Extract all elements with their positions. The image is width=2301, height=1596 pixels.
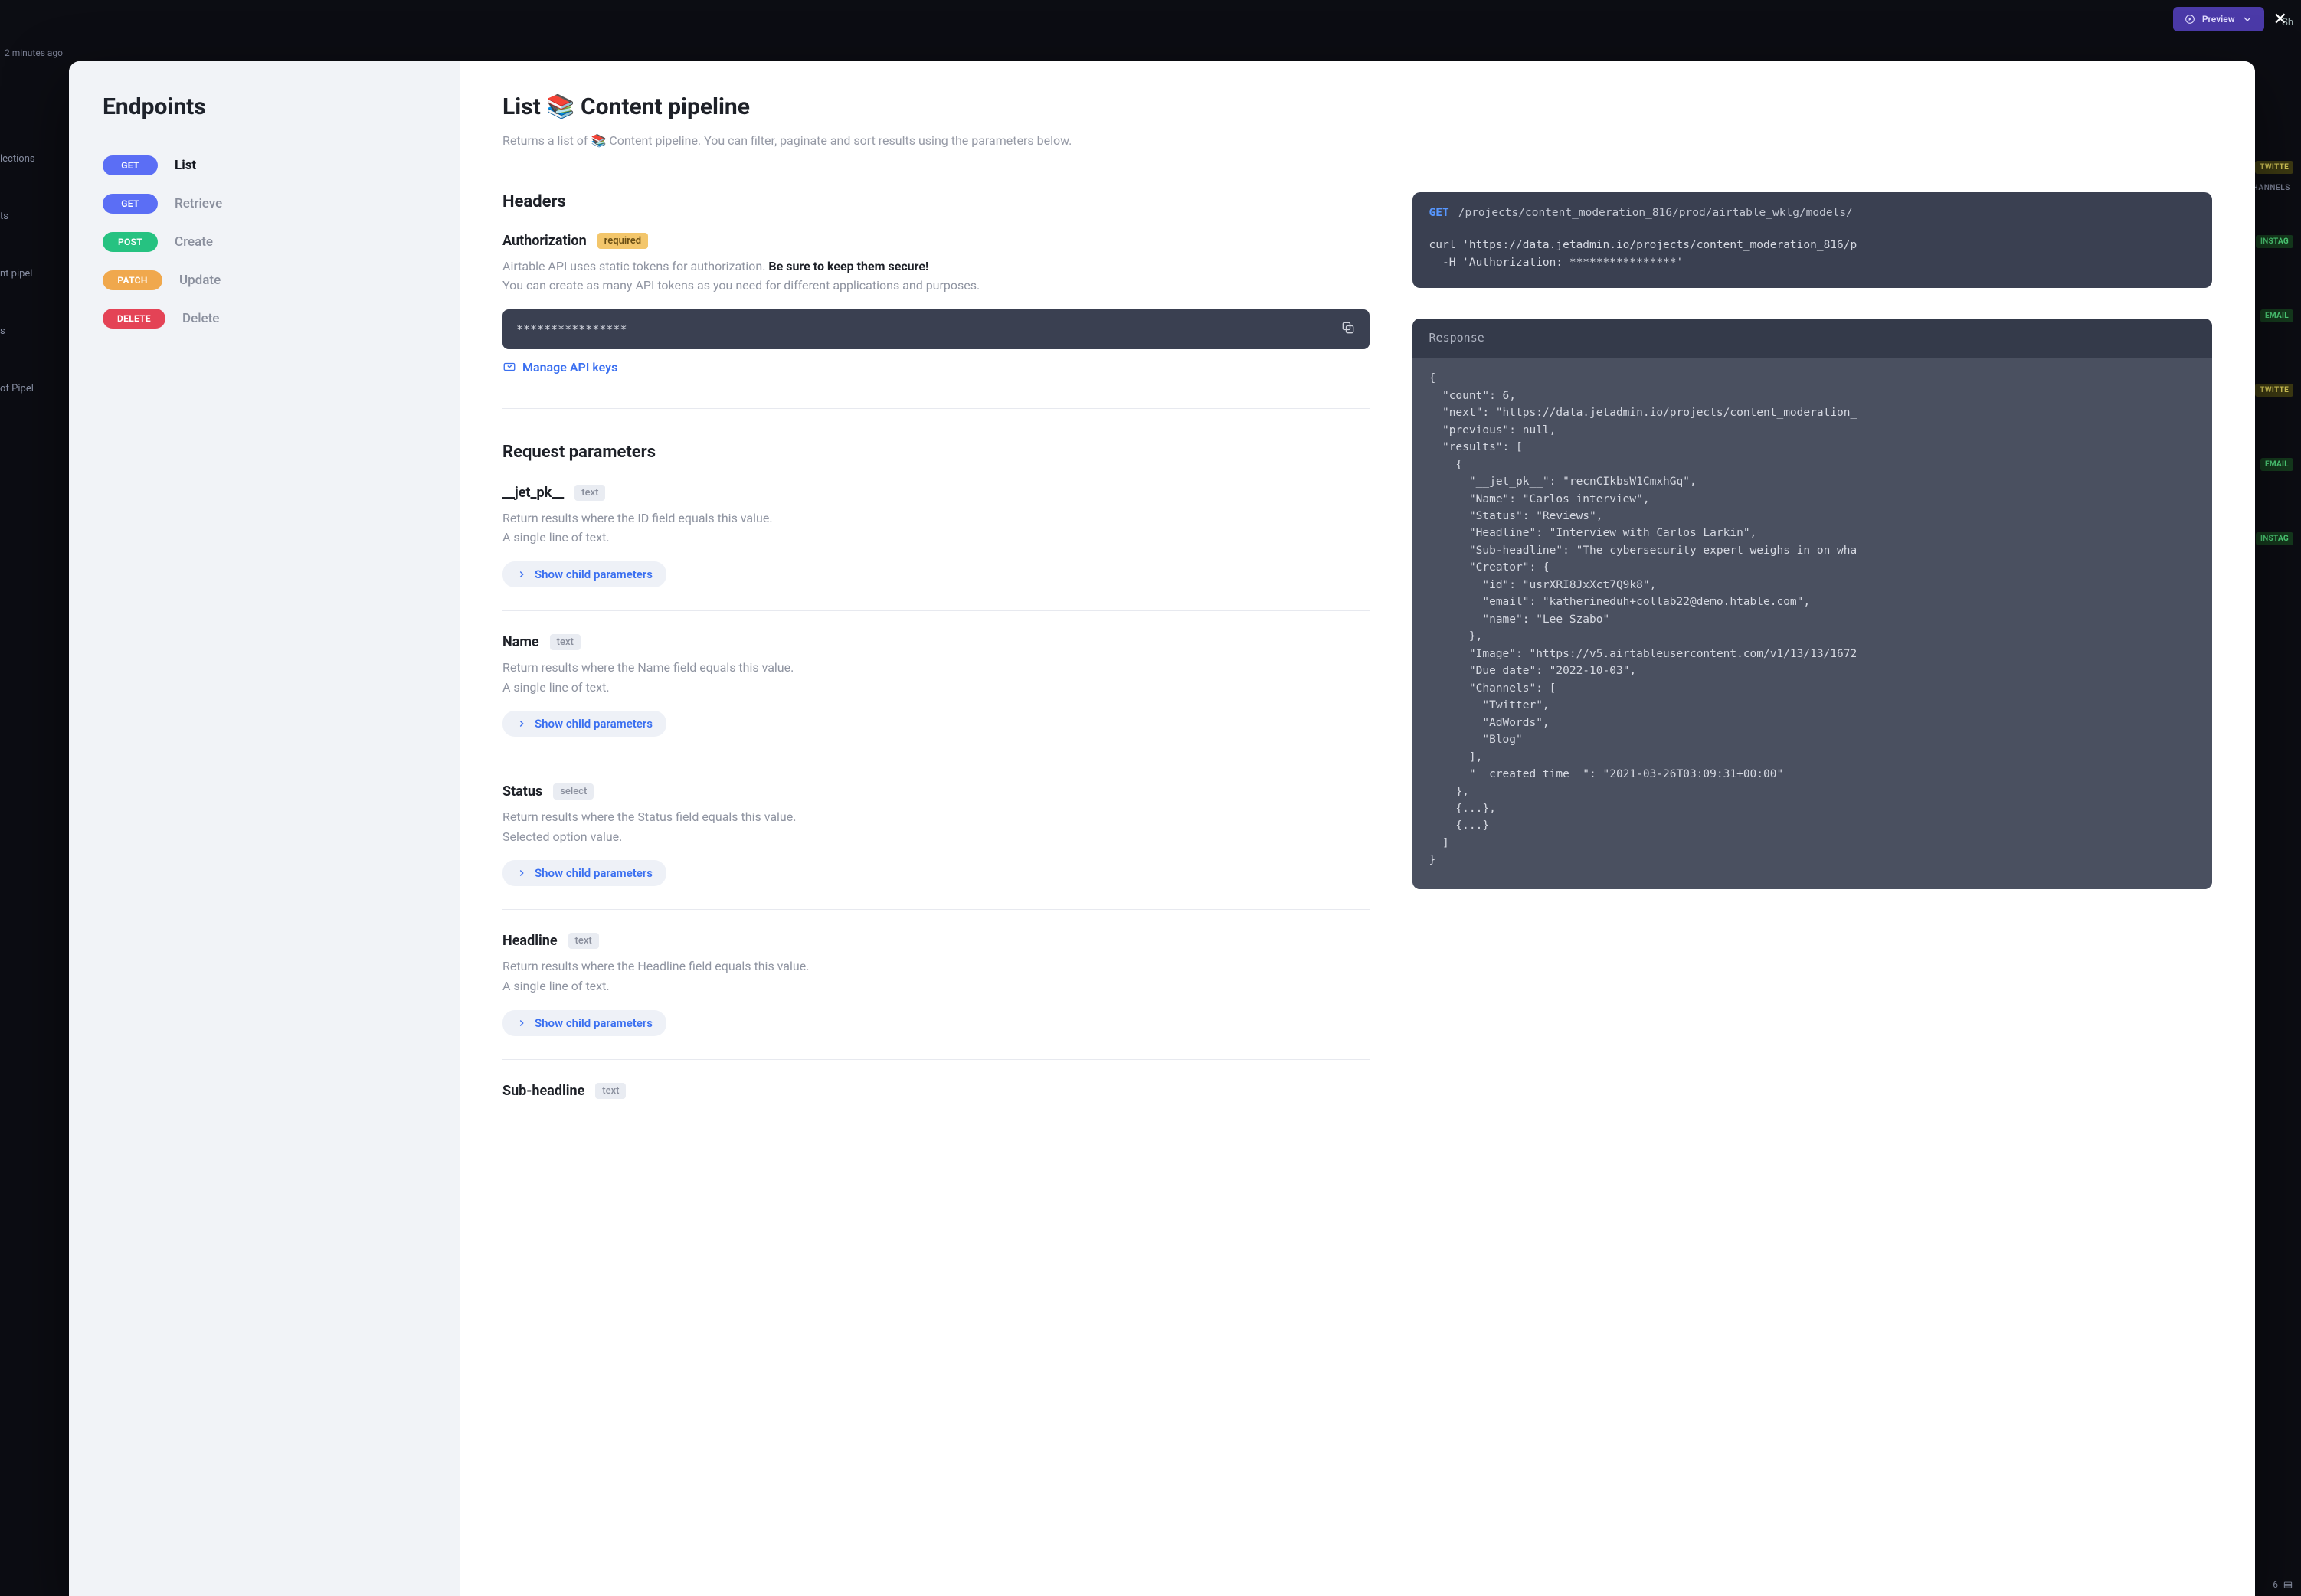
param-desc: Return results where the Status field eq… <box>502 807 1370 827</box>
endpoint-label: Retrieve <box>175 196 222 211</box>
param-desc-2: A single line of text. <box>502 528 1370 548</box>
channel-pill: INSTAG <box>2256 532 2293 545</box>
page-subtitle: Returns a list of 📚 Content pipeline. Yo… <box>502 131 2212 151</box>
method-badge: GET <box>103 194 158 214</box>
show-child-parameters[interactable]: Show child parameters <box>502 1010 666 1036</box>
manage-keys-icon <box>502 360 516 374</box>
channel-pill: TWITTE <box>2255 161 2293 174</box>
param-desc-2: A single line of text. <box>502 976 1370 996</box>
endpoint-delete[interactable]: DELETE Delete <box>103 299 426 338</box>
backdrop-footer: 6 <box>2273 1579 2293 1590</box>
chevron-right-icon <box>516 868 527 878</box>
param-name: __jet_pk__ <box>502 485 564 501</box>
param-desc: Return results where the Headline field … <box>502 957 1370 976</box>
preview-label: Preview <box>2202 14 2235 25</box>
endpoint-label: Delete <box>182 311 219 326</box>
param-name: Sub-headline <box>502 1083 584 1099</box>
backdrop-left-item: nt pipel <box>0 268 35 280</box>
backdrop-left-item: lections <box>0 153 35 165</box>
backdrop-left-item: ts <box>0 211 35 222</box>
param-type-chip: text <box>550 634 581 650</box>
param-desc-2: Selected option value. <box>502 827 1370 847</box>
endpoints-sidebar: Endpoints GET List GET Retrieve POST Create PA… <box>69 61 460 1596</box>
endpoint-retrieve[interactable]: GET Retrieve <box>103 185 426 223</box>
token-mask-value: **************** <box>516 322 627 336</box>
endpoint-create[interactable]: POST Create <box>103 223 426 261</box>
endpoint-update[interactable]: PATCH Update <box>103 261 426 299</box>
params-section-title: Request parameters <box>502 443 1370 462</box>
endpoint-label: Create <box>175 234 213 250</box>
method-badge: DELETE <box>103 309 165 329</box>
method-badge: POST <box>103 232 158 252</box>
show-child-parameters[interactable]: Show child parameters <box>502 711 666 737</box>
authorization-label: Authorization <box>502 233 587 249</box>
required-chip: required <box>597 233 648 249</box>
param-status: Status select Return results where the Sta… <box>502 760 1370 909</box>
channel-pill: TWITTE <box>2255 384 2293 397</box>
chevron-right-icon <box>516 718 527 729</box>
api-doc-modal: Endpoints GET List GET Retrieve POST Create PA… <box>69 61 2255 1596</box>
close-icon[interactable]: ✕ <box>2273 10 2287 29</box>
response-body[interactable]: { "count": 6, "next": "https://data.jeta… <box>1412 358 2212 889</box>
show-child-parameters[interactable]: Show child parameters <box>502 860 666 886</box>
request-card: GET /projects/content_moderation_816/pro… <box>1412 192 2212 288</box>
show-child-parameters[interactable]: Show child parameters <box>502 561 666 587</box>
method-badge: GET <box>103 155 158 175</box>
preview-icon <box>2184 13 2196 25</box>
backdrop-left-item: s <box>0 325 35 337</box>
sidebar-title: Endpoints <box>103 93 426 120</box>
chevron-down-icon <box>2241 13 2254 25</box>
request-method: GET <box>1429 204 1449 221</box>
param-__jet_pk__: __jet_pk__ text Return results where the I… <box>502 485 1370 610</box>
manage-api-keys-link[interactable]: Manage API keys <box>522 360 617 374</box>
param-sub-headline: Sub-headline text <box>502 1059 1370 1130</box>
copy-icon[interactable] <box>1340 320 1356 338</box>
param-name: Name <box>502 634 539 650</box>
channel-pill: EMAIL <box>2260 309 2293 322</box>
preview-button[interactable]: Preview <box>2173 7 2264 31</box>
backdrop-left-item: of Pipel <box>0 383 35 394</box>
param-name: Name text Return results where the Name fi… <box>502 610 1370 760</box>
backdrop-timestamp: 2 minutes ago <box>5 47 63 58</box>
response-card: Response { "count": 6, "next": "https://… <box>1412 319 2212 889</box>
param-type-chip: text <box>568 933 599 949</box>
method-badge: PATCH <box>103 270 162 290</box>
endpoint-list[interactable]: GET List <box>103 146 426 185</box>
auth-desc-1: Airtable API uses static tokens for auth… <box>502 257 1370 276</box>
page-title: List 📚 Content pipeline <box>502 92 2212 122</box>
chevron-right-icon <box>516 1018 527 1029</box>
curl-body[interactable]: curl 'https://data.jetadmin.io/projects/… <box>1412 234 2212 288</box>
param-desc: Return results where the Name field equa… <box>502 658 1370 678</box>
chevron-right-icon <box>516 569 527 580</box>
param-desc-2: A single line of text. <box>502 678 1370 698</box>
channel-pill: INSTAG <box>2256 235 2293 248</box>
endpoint-label: List <box>175 158 196 173</box>
param-name: Status <box>502 783 542 800</box>
token-box: **************** <box>502 309 1370 349</box>
param-type-chip: text <box>574 485 605 501</box>
share-fragment: Sh <box>2282 17 2293 28</box>
param-desc: Return results where the ID field equals… <box>502 509 1370 528</box>
doc-main: List 📚 Content pipeline Returns a list o… <box>460 61 2255 1596</box>
records-icon <box>2283 1579 2293 1590</box>
response-title: Response <box>1412 319 2212 358</box>
endpoint-label: Update <box>179 273 221 288</box>
param-type-chip: select <box>553 783 594 800</box>
param-headline: Headline text Return results where the Hea… <box>502 909 1370 1058</box>
channel-pill: EMAIL <box>2260 458 2293 471</box>
param-type-chip: text <box>595 1083 626 1099</box>
auth-desc-2: You can create as many API tokens as you… <box>502 276 1370 296</box>
request-path: /projects/content_moderation_816/prod/ai… <box>1458 204 1853 221</box>
headers-section-title: Headers <box>502 192 1370 211</box>
param-name: Headline <box>502 933 558 949</box>
